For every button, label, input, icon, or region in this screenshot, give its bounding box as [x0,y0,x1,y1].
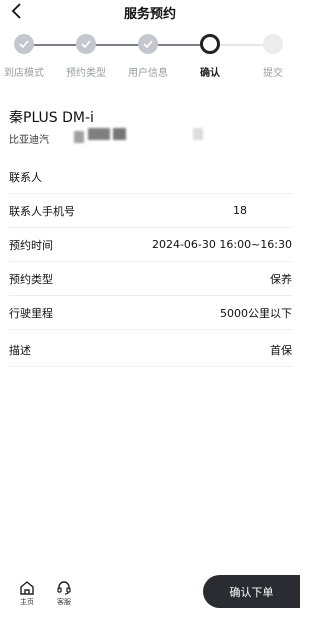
step-dot [263,34,283,54]
check-icon [81,40,91,48]
step-label: 预约类型 [66,68,106,79]
step-dot-current [200,34,220,54]
detail-row-contact: 联系人 [9,160,292,194]
detail-key: 行驶里程 [9,306,53,320]
detail-row-phone: 联系人手机号 18 [9,194,292,228]
step-label: 到店模式 [4,68,44,79]
redacted-block [74,131,84,143]
tab-home-label: 主页 [20,598,34,606]
detail-value: 18 [233,204,247,217]
detail-value: 保养 [270,272,292,286]
check-icon [19,40,29,48]
redacted-block [113,128,126,140]
step-label: 用户信息 [128,68,168,79]
home-icon [20,581,34,595]
detail-value: 2024-06-30 16:00~16:30 [151,238,292,251]
car-brand: 比亚迪汽 [9,135,49,146]
detail-value: 5000公里以下 [220,306,292,320]
confirm-order-button[interactable]: 确认下单 [203,575,300,608]
redacted-block [193,128,203,140]
detail-row-mileage: 行驶里程 5000公里以下 [9,296,292,330]
tab-service-label: 客服 [57,598,71,606]
step-label: 提交 [263,68,283,79]
headset-icon [57,581,71,595]
step-line-done [24,44,210,46]
detail-key: 预约时间 [9,238,53,252]
car-model-name: 秦PLUS DM-i [9,110,94,126]
detail-value: 首保 [270,343,292,357]
step-label: 确认 [200,68,220,79]
detail-key: 联系人 [9,170,42,184]
check-icon [143,40,153,48]
detail-key: 联系人手机号 [9,204,75,218]
tab-customer-service[interactable]: 客服 [49,580,79,607]
redacted-block [88,128,110,140]
bottom-bar: 主页 客服 确认下单 [0,570,300,617]
page-title: 服务预约 [123,7,176,22]
detail-key: 预约类型 [9,272,53,286]
header: 服务预约 [0,0,300,24]
car-info: 秦PLUS DM-i 比亚迪汽 [9,107,94,146]
step-dot [138,34,158,54]
detail-row-description: 描述 首保 [9,333,292,367]
detail-row-time: 预约时间 2024-06-30 16:00~16:30 [9,228,292,262]
step-dot [76,34,96,54]
progress-steps: 到店模式 预约类型 用户信息 确认 提交 [0,34,300,79]
tab-home[interactable]: 主页 [12,580,42,607]
detail-row-type: 预约类型 保养 [9,262,292,296]
detail-key: 描述 [9,343,31,357]
step-dot [14,34,34,54]
